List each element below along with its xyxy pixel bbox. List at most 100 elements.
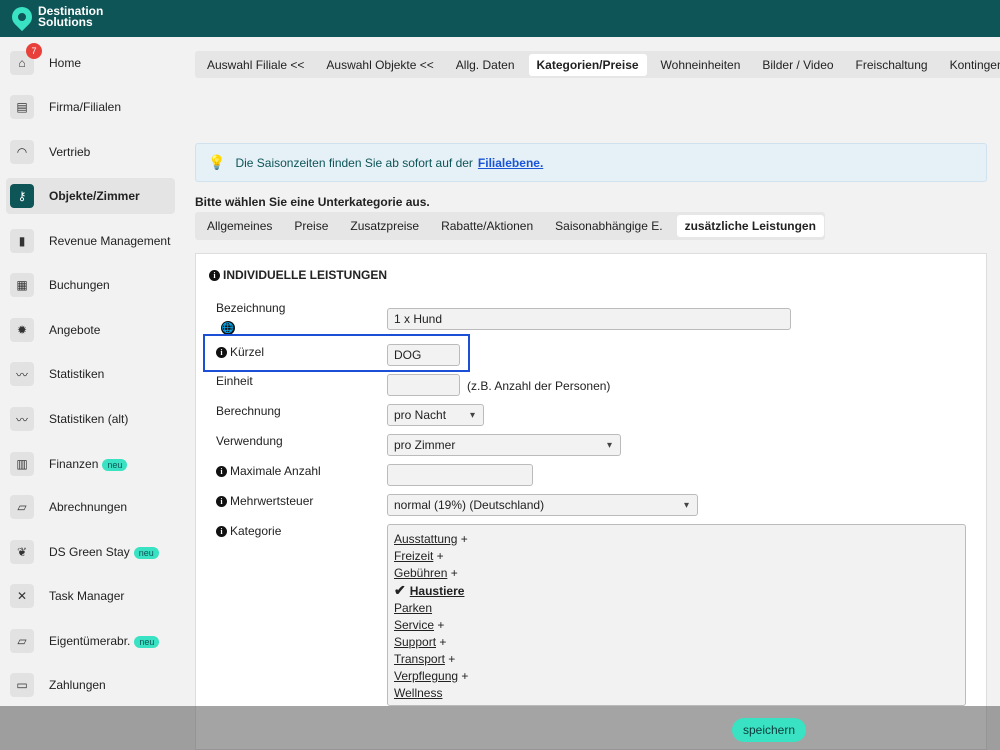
tab-bilder-video[interactable]: Bilder / Video bbox=[754, 54, 841, 76]
services-panel: i INDIVIDUELLE LEISTUNGEN Bezeichnung 🌐 … bbox=[195, 253, 987, 750]
brand-line2: Solutions bbox=[38, 15, 93, 29]
sidebar-item-label: Vertrieb bbox=[49, 145, 91, 159]
sidebar-item-label: Statistiken bbox=[49, 367, 105, 381]
sidebar-item-eigentümerabr-[interactable]: ▱ Eigentümerabr. neu bbox=[6, 623, 175, 659]
info-text: Die Saisonzeiten finden Sie ab sofort au… bbox=[235, 155, 473, 170]
tab-allg-daten[interactable]: Allg. Daten bbox=[448, 54, 523, 76]
max-anzahl-label: i Maximale Anzahl bbox=[216, 464, 321, 478]
sidebar-item-statistiken[interactable]: 〰 Statistiken bbox=[6, 356, 175, 392]
sidebar-item-vertrieb[interactable]: ◠ Vertrieb bbox=[6, 134, 175, 170]
category-item-service[interactable]: Service + bbox=[394, 617, 959, 634]
mwst-label: i Mehrwertsteuer bbox=[216, 494, 313, 508]
expand-plus-icon[interactable]: + bbox=[436, 635, 446, 649]
einheit-hint: (z.B. Anzahl der Personen) bbox=[467, 379, 611, 393]
sidebar-item-label: Home bbox=[49, 56, 82, 70]
sidebar-item-label: Task Manager bbox=[49, 589, 125, 603]
sidebar-item-statistiken-alt-[interactable]: 〰 Statistiken (alt) bbox=[6, 401, 175, 437]
trend-icon: 〰 bbox=[10, 407, 34, 431]
logo[interactable]: Destination Solutions bbox=[7, 2, 128, 32]
category-item-gebühren[interactable]: Gebühren + bbox=[394, 565, 959, 582]
sidebar-item-firma-filialen[interactable]: ▤ Firma/Filialen bbox=[6, 89, 175, 125]
tab-freischaltung[interactable]: Freischaltung bbox=[848, 54, 936, 76]
notification-count-badge: 7 bbox=[26, 43, 42, 59]
main-content: Auswahl Filiale << Auswahl Objekte << Allg… bbox=[185, 37, 1000, 750]
leaf-icon: ❦ bbox=[10, 540, 34, 564]
mwst-select[interactable]: normal (19%) (Deutschland) bbox=[387, 494, 698, 516]
verwendung-label: Verwendung bbox=[216, 434, 283, 448]
sidebar-item-angebote[interactable]: ✹ Angebote bbox=[6, 312, 175, 348]
verwendung-select[interactable]: pro Zimmer bbox=[387, 434, 621, 456]
info-link[interactable]: Filialebene. bbox=[478, 156, 543, 170]
logo-pin-icon bbox=[7, 2, 37, 32]
tab-kategorien-preise[interactable]: Kategorien/Preise bbox=[528, 53, 647, 76]
top-tabs: Auswahl Filiale << Auswahl Objekte << Allg… bbox=[195, 51, 1000, 78]
new-badge: neu bbox=[134, 635, 160, 648]
info-icon: i bbox=[209, 269, 220, 281]
category-item-parken[interactable]: Parken bbox=[394, 600, 959, 617]
category-list[interactable]: Ausstattung + Freizeit + Gebühren + ✔ Hausti… bbox=[387, 524, 966, 706]
expand-plus-icon[interactable]: + bbox=[458, 669, 468, 683]
subcategory-title: Bitte wählen Sie eine Unterkategorie aus… bbox=[195, 195, 430, 209]
key-icon: ⚷ bbox=[10, 184, 34, 208]
expand-plus-icon[interactable]: + bbox=[445, 652, 455, 666]
list-icon: ▦ bbox=[10, 273, 34, 297]
category-item-wellness[interactable]: Wellness bbox=[394, 685, 959, 702]
category-item-freizeit[interactable]: Freizeit + bbox=[394, 548, 959, 565]
new-badge: neu bbox=[102, 458, 128, 471]
berechnung-select[interactable]: pro Nacht bbox=[387, 404, 484, 426]
subtab-saisonabhängige-e-[interactable]: Saisonabhängige E. bbox=[547, 215, 670, 237]
sidebar-item-home[interactable]: ⌂ 7 Home bbox=[6, 43, 175, 81]
tools-icon: ✕ bbox=[10, 584, 34, 608]
building-icon: ▤ bbox=[10, 95, 34, 119]
trend-icon: 〰 bbox=[10, 362, 34, 386]
subtab-zusatzpreise[interactable]: Zusatzpreise bbox=[342, 215, 427, 237]
category-item-support[interactable]: Support + bbox=[394, 634, 959, 651]
sidebar-item-zahlungen[interactable]: ▭ Zahlungen bbox=[6, 667, 175, 703]
info-icon: i bbox=[216, 525, 227, 537]
category-item-verpflegung[interactable]: Verpflegung + bbox=[394, 668, 959, 685]
globe-icon[interactable]: 🌐 bbox=[221, 321, 235, 335]
bezeichnung-input[interactable]: 1 x Hund bbox=[387, 308, 791, 330]
subtab-allgemeines[interactable]: Allgemeines bbox=[199, 215, 280, 237]
sidebar-item-label: DS Green Stay neu bbox=[49, 545, 159, 559]
category-item-ausstattung[interactable]: Ausstattung + bbox=[394, 531, 959, 548]
kuerzel-highlight-box bbox=[203, 334, 470, 372]
sidebar-item-buchungen[interactable]: ▦ Buchungen bbox=[6, 267, 175, 303]
max-anzahl-input[interactable] bbox=[387, 464, 533, 486]
sidebar-item-task-manager[interactable]: ✕ Task Manager bbox=[6, 578, 175, 614]
expand-plus-icon[interactable]: + bbox=[434, 618, 444, 632]
lightbulb-icon: 💡 bbox=[208, 154, 226, 170]
checkmark-icon: ✔ bbox=[394, 582, 406, 598]
tab-auswahl-objekte-[interactable]: Auswahl Objekte << bbox=[318, 54, 441, 76]
sidebar-item-label: Eigentümerabr. neu bbox=[49, 634, 160, 648]
sidebar-item-label: Objekte/Zimmer bbox=[49, 189, 140, 203]
tab-wohneinheiten[interactable]: Wohneinheiten bbox=[653, 54, 749, 76]
badge-icon: ✹ bbox=[10, 318, 34, 342]
info-icon: i bbox=[216, 465, 227, 477]
save-button[interactable]: speichern bbox=[732, 718, 806, 742]
expand-plus-icon[interactable]: + bbox=[457, 532, 468, 546]
sidebar-item-objekte-zimmer[interactable]: ⚷ Objekte/Zimmer bbox=[6, 178, 175, 214]
subtab-zusätzliche-leistungen[interactable]: zusätzliche Leistungen bbox=[676, 215, 824, 237]
sidebar-item-abrechnungen[interactable]: ▱ Abrechnungen bbox=[6, 489, 175, 525]
berechnung-label: Berechnung bbox=[216, 404, 281, 418]
sidebar-item-revenue-management[interactable]: ▮ Revenue Management bbox=[6, 223, 175, 259]
expand-plus-icon[interactable]: + bbox=[447, 566, 458, 580]
bezeichnung-label: Bezeichnung bbox=[216, 301, 286, 315]
top-bar: Destination Solutions bbox=[0, 0, 1000, 37]
info-icon: i bbox=[216, 495, 227, 507]
sidebar-item-finanzen[interactable]: ▥ Finanzen neu bbox=[6, 446, 175, 482]
sub-tabs: Allgemeines Preise Zusatzpreise Rabatte/Akt… bbox=[195, 212, 825, 240]
category-item-transport[interactable]: Transport + bbox=[394, 651, 959, 668]
category-item-haustiere[interactable]: ✔ Haustiere bbox=[394, 582, 959, 600]
expand-plus-icon[interactable]: + bbox=[433, 549, 444, 563]
new-badge: neu bbox=[133, 546, 159, 559]
gauge-icon: ◠ bbox=[10, 140, 34, 164]
tab-kontingente[interactable]: Kontingente bbox=[942, 54, 1000, 76]
bottom-bar bbox=[0, 706, 1000, 750]
einheit-input[interactable] bbox=[387, 374, 460, 396]
sidebar-item-ds-green-stay[interactable]: ❦ DS Green Stay neu bbox=[6, 534, 175, 570]
tab-auswahl-filiale-[interactable]: Auswahl Filiale << bbox=[199, 54, 312, 76]
subtab-rabatte-aktionen[interactable]: Rabatte/Aktionen bbox=[433, 215, 541, 237]
subtab-preise[interactable]: Preise bbox=[286, 215, 336, 237]
